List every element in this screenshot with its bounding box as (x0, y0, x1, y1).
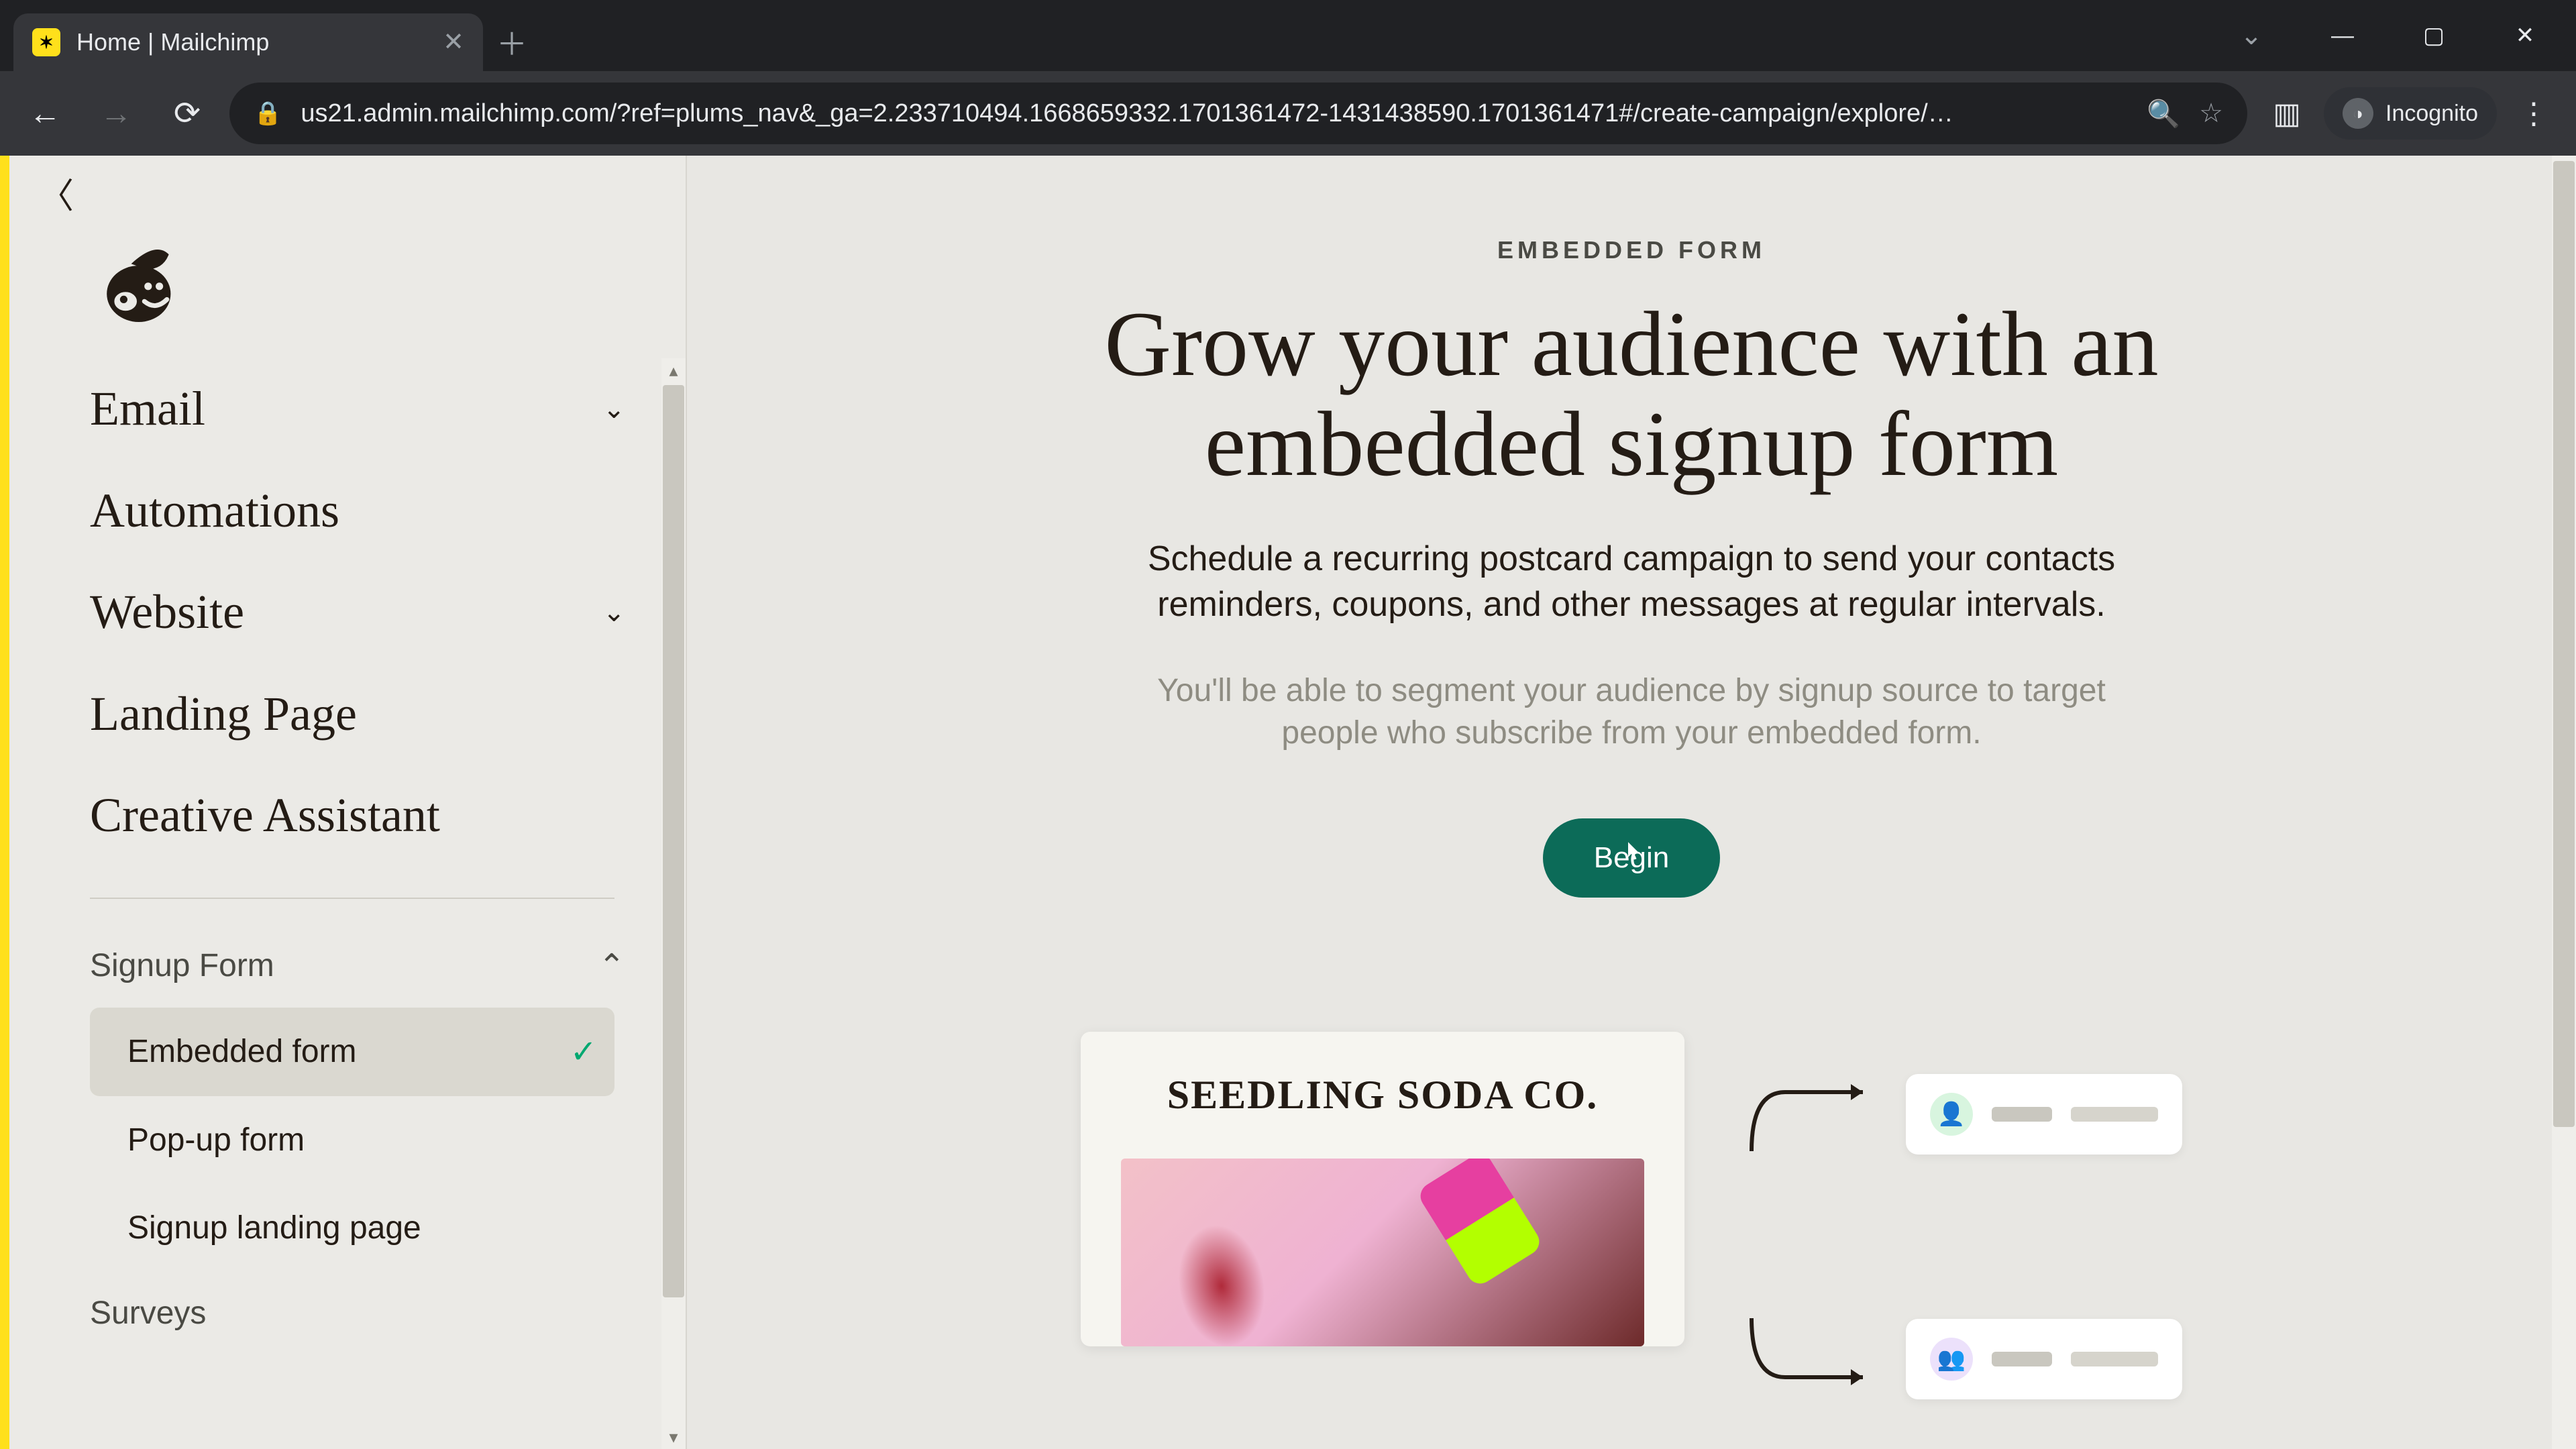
flow-arrow-icon (1745, 1072, 1879, 1156)
user-avatar-icon: 👤 (1930, 1093, 1973, 1136)
flow-contact-chip: 👤 (1906, 1074, 2182, 1155)
nav-forward-button[interactable]: → (87, 85, 145, 142)
browser-tab-bar: ✶ Home | Mailchimp ✕ ＋ ⌄ ― ▢ ✕ (0, 0, 2576, 71)
hero-title: Grow your audience with an embedded sign… (1055, 294, 2208, 494)
scroll-down-icon[interactable]: ▾ (661, 1425, 686, 1449)
check-icon: ✓ (570, 1033, 597, 1071)
sidebar-subitem-label: Pop-up form (127, 1122, 305, 1159)
tab-search-icon[interactable]: ⌄ (2211, 7, 2292, 64)
sidebar: 〈 Email (9, 156, 687, 1449)
sidebar-item-label: Signup Form (90, 947, 274, 984)
sidebar-item-label: Email (90, 384, 205, 435)
sidebar-subitem-label: Signup landing page (127, 1210, 421, 1246)
hero-fineprint: You'll be able to segment your audience … (1108, 670, 2155, 754)
sidebar-item-label: Creative Assistant (90, 790, 440, 841)
sidebar-item-landing-page[interactable]: Landing Page (90, 663, 641, 765)
signup-form-sublist: Embedded form ✓ Pop-up form Signup landi… (90, 1002, 641, 1272)
chevron-down-icon: ⌄ (602, 598, 641, 627)
hero-illustration: SEEDLING SODA CO. 👤 (1081, 1032, 2182, 1401)
side-panel-icon[interactable]: ▥ (2261, 87, 2313, 140)
incognito-icon: ◑ (2343, 98, 2373, 129)
sidebar-item-label: Surveys (90, 1295, 206, 1331)
nav-reload-button[interactable]: ⟳ (158, 85, 216, 142)
window-controls: ⌄ ― ▢ ✕ (2211, 0, 2576, 71)
placeholder-bar (2071, 1352, 2158, 1366)
sidebar-subitem-embedded-form[interactable]: Embedded form ✓ (90, 1008, 614, 1096)
begin-button-label: Begin (1594, 841, 1670, 874)
demo-card: SEEDLING SODA CO. (1081, 1032, 1684, 1346)
placeholder-bar (1992, 1352, 2052, 1366)
sidebar-subitem-popup-form[interactable]: Pop-up form (90, 1096, 614, 1184)
window-maximize-button[interactable]: ▢ (2394, 7, 2474, 64)
back-chevron-icon[interactable]: 〈 (39, 168, 74, 218)
mailchimp-favicon: ✶ (32, 28, 60, 56)
incognito-label: Incognito (2385, 101, 2478, 127)
main-scrollbar[interactable] (2552, 156, 2576, 1449)
search-in-page-icon[interactable]: 🔍 (2147, 98, 2180, 129)
sidebar-divider (90, 898, 614, 899)
placeholder-bar (1992, 1107, 2052, 1122)
flow-arrow-icon (1745, 1317, 1879, 1401)
new-tab-button[interactable]: ＋ (483, 13, 541, 71)
bookmark-star-icon[interactable]: ☆ (2199, 98, 2223, 129)
sidebar-item-label: Website (90, 587, 244, 638)
nav-back-button[interactable]: ← (16, 85, 74, 142)
url-field[interactable]: 🔒 us21.admin.mailchimp.com/?ref=plums_na… (229, 83, 2247, 144)
browser-tab-active[interactable]: ✶ Home | Mailchimp ✕ (13, 13, 483, 71)
sidebar-subitem-signup-landing-page[interactable]: Signup landing page (90, 1184, 614, 1272)
freddie-icon (90, 237, 184, 331)
chevron-down-icon: ⌄ (602, 395, 641, 423)
scroll-up-icon[interactable]: ▴ (661, 358, 686, 382)
hero-body: Schedule a recurring postcard campaign t… (1122, 537, 2141, 627)
users-avatar-icon: 👥 (1930, 1338, 1973, 1381)
browser-tab-title: Home | Mailchimp (76, 28, 427, 56)
sidebar-item-website[interactable]: Website ⌄ (90, 561, 641, 663)
mailchimp-logo[interactable] (90, 237, 184, 331)
close-tab-icon[interactable]: ✕ (443, 30, 464, 55)
sidebar-item-creative-assistant[interactable]: Creative Assistant (90, 765, 641, 867)
scrollbar-thumb[interactable] (663, 385, 684, 1297)
scrollbar-thumb[interactable] (2553, 161, 2575, 1127)
chrome-menu-icon[interactable]: ⋮ (2508, 87, 2560, 140)
flow-diagram: 👤 👥 (1745, 1032, 2182, 1401)
placeholder-bar (2071, 1107, 2158, 1122)
sidebar-scrollbar[interactable]: ▴ ▾ (661, 358, 686, 1449)
chevron-up-icon: ⌃ (598, 947, 625, 985)
sidebar-item-email[interactable]: Email ⌄ (90, 358, 641, 460)
sidebar-item-automations[interactable]: Automations (90, 460, 641, 562)
window-minimize-button[interactable]: ― (2302, 7, 2383, 64)
url-text: us21.admin.mailchimp.com/?ref=plums_nav&… (301, 99, 2128, 128)
page-viewport: 〈 Email (0, 156, 2576, 1449)
browser-address-bar: ← → ⟳ 🔒 us21.admin.mailchimp.com/?ref=pl… (0, 71, 2576, 156)
flow-contact-chip: 👥 (1906, 1319, 2182, 1399)
demo-card-image (1121, 1159, 1644, 1346)
main-content: EMBEDDED FORM Grow your audience with an… (687, 156, 2576, 1449)
sidebar-item-surveys[interactable]: Surveys (90, 1272, 641, 1354)
window-close-button[interactable]: ✕ (2485, 7, 2565, 64)
demo-card-brand: SEEDLING SODA CO. (1121, 1072, 1644, 1118)
begin-button[interactable]: Begin (1543, 818, 1721, 898)
hero-eyebrow: EMBEDDED FORM (1497, 236, 1766, 264)
sidebar-item-label: Automations (90, 486, 339, 537)
sidebar-subitem-label: Embedded form (127, 1033, 357, 1070)
sidebar-item-label: Landing Page (90, 689, 357, 740)
lock-icon: 🔒 (254, 100, 282, 127)
sidebar-item-signup-form[interactable]: Signup Form ⌃ (90, 930, 641, 1002)
incognito-chip[interactable]: ◑ Incognito (2324, 87, 2497, 140)
